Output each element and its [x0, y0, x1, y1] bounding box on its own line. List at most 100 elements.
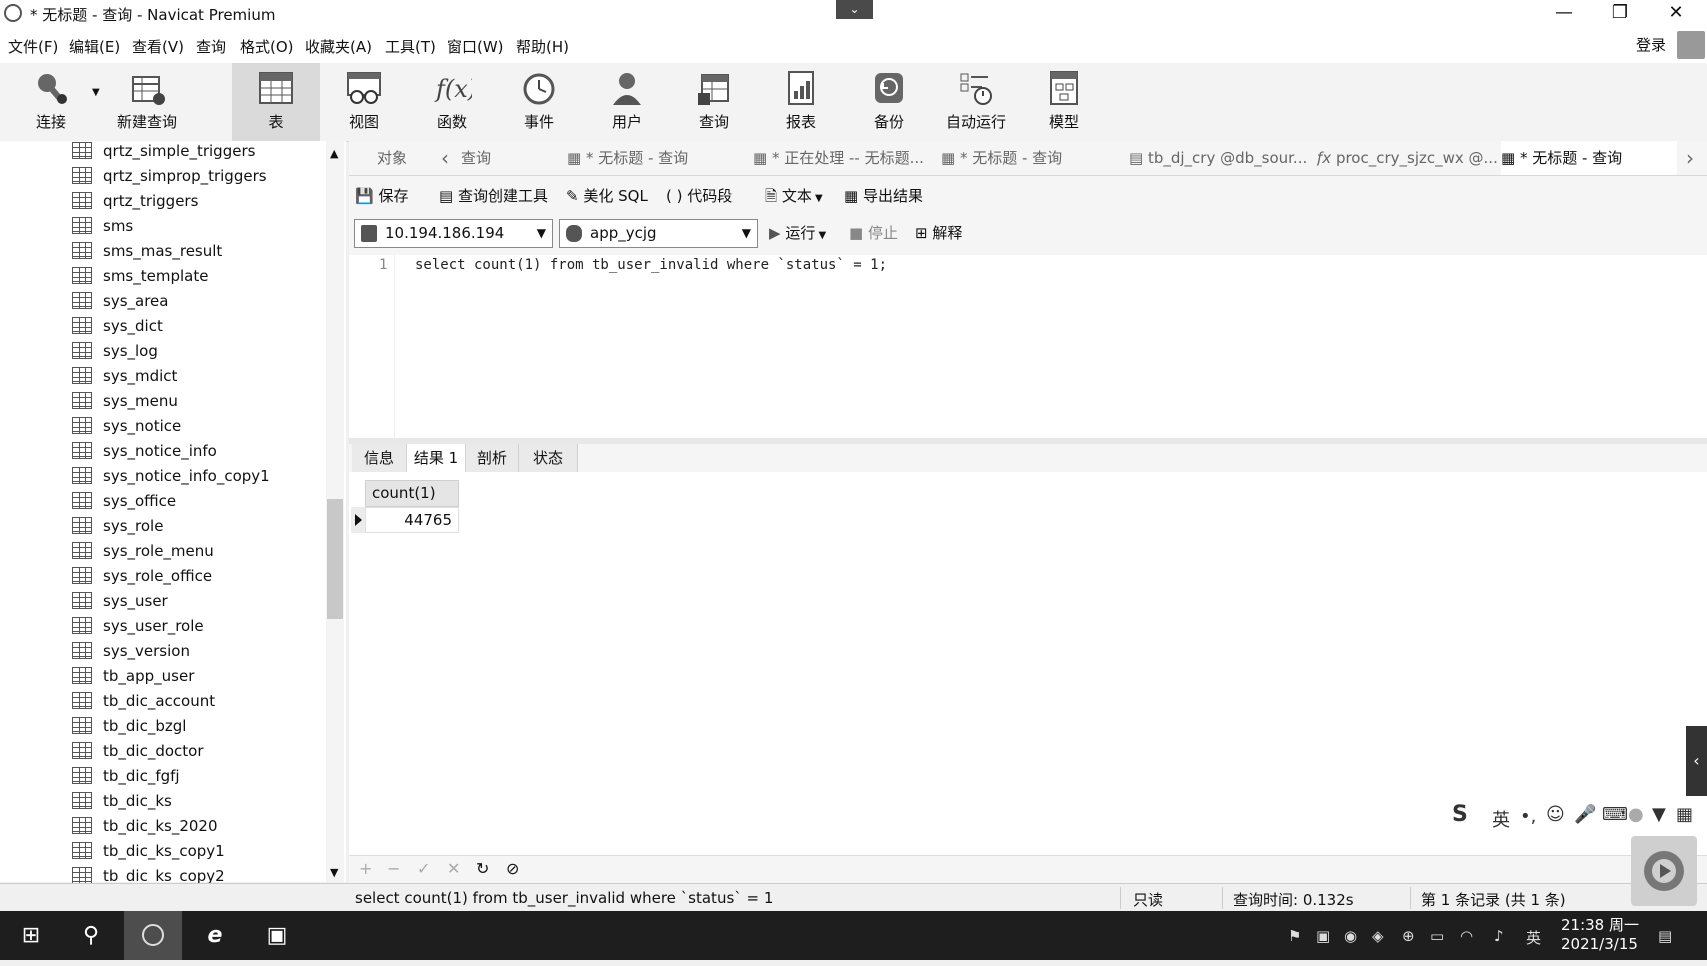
connection-select[interactable]: 10.194.186.194 ▼	[354, 219, 553, 248]
tool-new-query[interactable]: 新建查询	[103, 63, 191, 141]
tool-table[interactable]: 表	[232, 63, 320, 141]
menu-format[interactable]: 格式(O)	[240, 36, 294, 57]
connect-dropdown-icon[interactable]: ▼	[92, 87, 100, 98]
query-builder-button[interactable]: ▤ 查询创建工具	[439, 185, 548, 206]
tab-result-1[interactable]: 结果 1	[407, 444, 466, 472]
microphone-icon[interactable]: 🎤	[1574, 804, 1596, 825]
tab-current-query[interactable]: ▦ * 无标题 - 查询	[1501, 141, 1677, 175]
menu-query[interactable]: 查询	[196, 36, 226, 57]
menu-file[interactable]: 文件(F)	[8, 36, 58, 57]
ie-icon[interactable]: e	[186, 911, 244, 960]
tree-item[interactable]: sys_user	[72, 588, 168, 613]
ime-lang[interactable]: 英	[1492, 806, 1510, 832]
menu-edit[interactable]: 编辑(E)	[69, 36, 120, 57]
scroll-down-icon[interactable]: ▼	[330, 866, 338, 879]
run-dropdown-icon[interactable]: ▼	[815, 230, 827, 241]
beautify-sql-button[interactable]: ✎ 美化 SQL	[566, 185, 648, 206]
column-header[interactable]: count(1)	[365, 480, 459, 507]
tray-add-icon[interactable]: ⊕	[1402, 927, 1415, 945]
sql-text[interactable]: select count(1) from tb_user_invalid whe…	[415, 257, 887, 273]
tree-item[interactable]: sys_role	[72, 513, 163, 538]
tool-connect[interactable]: 连接	[7, 63, 95, 141]
ime-punct[interactable]: •,	[1520, 806, 1536, 827]
tool-event[interactable]: 事件	[495, 63, 583, 141]
ime-user-icon[interactable]: ●	[1628, 804, 1644, 825]
tab-query[interactable]: 查询	[461, 141, 551, 175]
tab-untitled-query-2[interactable]: ▦ * 无标题 - 查询	[941, 141, 1119, 175]
sogou-logo-icon[interactable]: S	[1452, 802, 1468, 827]
battery-icon[interactable]: ▭	[1430, 927, 1444, 945]
tray-flag-icon[interactable]: ⚑	[1288, 927, 1301, 945]
tool-model[interactable]: 模型	[1020, 63, 1108, 141]
tab-info[interactable]: 信息	[352, 444, 407, 472]
tab-procedure[interactable]: ƒx proc_cry_sjzc_wx @...	[1317, 141, 1499, 175]
tree-item[interactable]: sms_template	[72, 263, 208, 288]
tray-language[interactable]: 英	[1526, 927, 1541, 948]
tree-item[interactable]: sys_notice_info	[72, 438, 217, 463]
database-select[interactable]: app_ycjg ▼	[559, 219, 758, 248]
tree-item[interactable]: tb_dic_ks	[72, 788, 172, 813]
tree-item[interactable]: sys_office	[72, 488, 176, 513]
delete-record-icon[interactable]: −	[387, 859, 400, 878]
remote-desktop-icon[interactable]: ▣	[248, 911, 306, 960]
text-dropdown-icon[interactable]: ▼	[812, 193, 823, 204]
floating-assistant-icon[interactable]	[1631, 836, 1697, 906]
tree-item[interactable]: tb_dic_bzgl	[72, 713, 186, 738]
text-mode-button[interactable]: 🗎 文本 ▼	[765, 185, 823, 211]
tree-item[interactable]: sys_area	[72, 288, 168, 313]
tray-app-icon[interactable]: ▣	[1316, 927, 1330, 945]
tab-scroll-left-icon[interactable]: ‹	[441, 141, 453, 175]
tree-item[interactable]: sys_menu	[72, 388, 178, 413]
discard-changes-icon[interactable]: ✕	[447, 859, 460, 878]
export-results-button[interactable]: ▦ 导出结果	[844, 185, 923, 206]
menu-tools[interactable]: 工具(T)	[385, 36, 436, 57]
tab-profile[interactable]: 剖析	[466, 444, 519, 472]
notification-icon[interactable]: ▤	[1658, 927, 1672, 945]
tool-function[interactable]: f(x) 函数	[408, 63, 496, 141]
tree-item[interactable]: sms_mas_result	[72, 238, 222, 263]
clock-time[interactable]: 21:38 周一	[1561, 914, 1639, 935]
tab-scroll-right-icon[interactable]: ›	[1686, 141, 1704, 175]
tree-item[interactable]: tb_dic_doctor	[72, 738, 204, 763]
skin-icon[interactable]: ▼	[1652, 804, 1666, 825]
keyboard-icon[interactable]: ⌨	[1602, 804, 1628, 825]
tree-item[interactable]: sys_dict	[72, 313, 163, 338]
add-record-icon[interactable]: +	[359, 859, 372, 878]
clock-date[interactable]: 2021/3/15	[1561, 935, 1638, 953]
stop-refresh-icon[interactable]: ⊘	[506, 859, 519, 878]
tab-processing[interactable]: ▦ * 正在处理 -- 无标题...	[753, 141, 931, 175]
ime-menu-icon[interactable]: ▦	[1676, 804, 1693, 825]
tree-item[interactable]: tb_dic_account	[72, 688, 215, 713]
tree-scrollbar-thumb[interactable]	[327, 499, 343, 619]
refresh-icon[interactable]: ↻	[476, 859, 489, 878]
stop-button[interactable]: ■ 停止	[849, 222, 898, 243]
tab-untitled-query[interactable]: ▦ * 无标题 - 查询	[567, 141, 735, 175]
collapse-sidebar-icon[interactable]: ‹	[1686, 726, 1707, 796]
save-button[interactable]: 💾 保存	[355, 185, 408, 206]
tool-backup[interactable]: 备份	[845, 63, 933, 141]
menu-favorites[interactable]: 收藏夹(A)	[305, 36, 372, 57]
code-snippet-button[interactable]: ( ) 代码段	[666, 185, 732, 206]
minimize-button[interactable]: —	[1536, 0, 1592, 28]
apply-changes-icon[interactable]: ✓	[417, 859, 430, 878]
menu-help[interactable]: 帮助(H)	[516, 36, 569, 57]
tree-item[interactable]: sys_version	[72, 638, 190, 663]
run-button[interactable]: ▶ 运行 ▼	[769, 222, 826, 243]
tree-item[interactable]: tb_app_user	[72, 663, 194, 688]
tray-network-drive-icon[interactable]: ◉	[1344, 927, 1357, 945]
tool-query[interactable]: 查询	[670, 63, 758, 141]
tree-item[interactable]: qrtz_simprop_triggers	[72, 163, 267, 188]
tray-shield-icon[interactable]: ◈	[1372, 927, 1384, 945]
tool-schedule[interactable]: 自动运行	[932, 63, 1020, 141]
tab-status[interactable]: 状态	[519, 444, 578, 472]
tree-item[interactable]: sys_notice_info_copy1	[72, 463, 270, 488]
sql-editor[interactable]: 1 select count(1) from tb_user_invalid w…	[349, 255, 1707, 438]
tree-item[interactable]: sys_notice	[72, 413, 181, 438]
restore-button[interactable]: ❐	[1592, 0, 1648, 28]
tree-item[interactable]: sys_log	[72, 338, 158, 363]
start-button[interactable]: ⊞	[2, 911, 60, 960]
tool-view[interactable]: 视图	[320, 63, 408, 141]
volume-icon[interactable]: ♪	[1494, 927, 1504, 945]
tree-item[interactable]: qrtz_simple_triggers	[72, 138, 255, 163]
search-icon[interactable]: ⚲	[62, 911, 120, 960]
